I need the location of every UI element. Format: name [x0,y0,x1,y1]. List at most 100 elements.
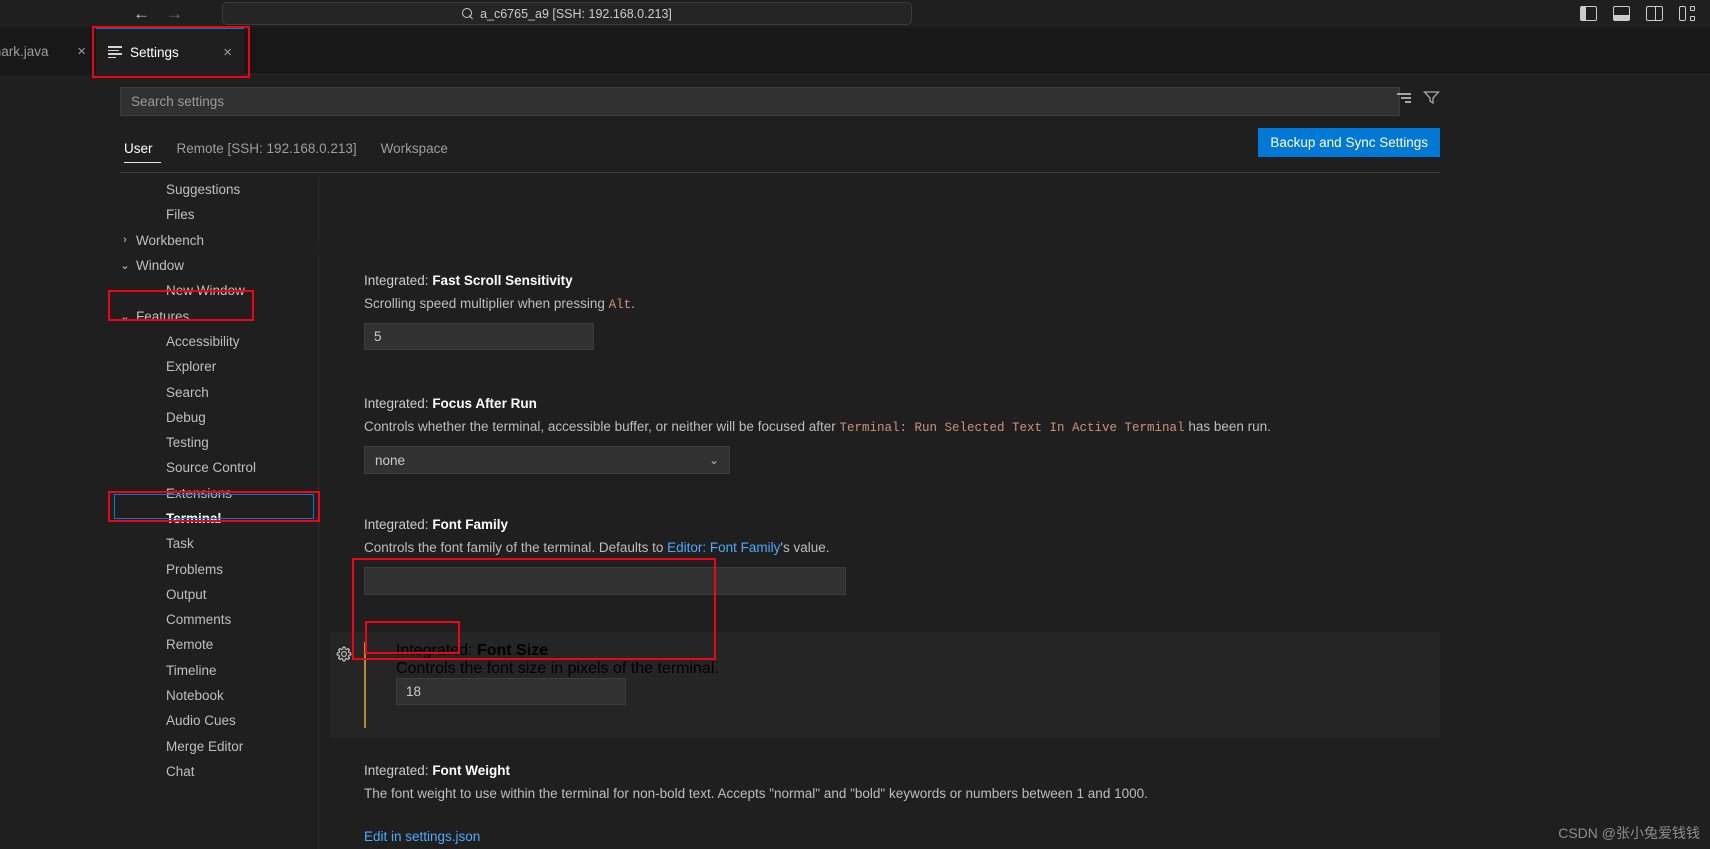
arrow-left-icon[interactable]: ← [133,5,150,22]
font-family-input[interactable] [364,566,846,595]
desc-part-b: 's value. [780,540,830,555]
toc-item-merge-editor[interactable]: Merge Editor [110,734,320,759]
setting-title: Integrated: Font Size [396,642,1436,660]
toggle-panel-icon[interactable] [1613,6,1630,21]
tab-mark-java[interactable]: mark.java × [0,27,98,75]
toc-divider [318,177,319,849]
search-settings-input[interactable]: Search settings [120,87,1400,116]
scope-tab-label: Remote [SSH: 192.168.0.213] [176,141,357,156]
input-value: 5 [374,329,382,345]
edit-in-settings-json-link[interactable]: Edit in settings.json [364,829,480,844]
toc-item-label: Features [136,308,190,324]
toggle-secondary-sidebar-icon[interactable] [1646,6,1663,21]
tab-user[interactable]: User [120,141,165,163]
toc-item-files[interactable]: Files [110,202,320,227]
tab-settings[interactable]: Settings × [96,27,244,75]
desc-part-a: Controls whether the terminal, accessibl… [364,419,840,434]
filter-settings-icon[interactable] [1423,90,1440,105]
settings-gear-icon[interactable] [336,646,352,662]
title-bar: ← → a_c6765_a9 [SSH: 192.168.0.213] [0,0,1710,27]
toc-item-source-control[interactable]: Source Control [110,455,320,480]
clear-settings-search-icon[interactable] [1394,90,1411,105]
toc-item-new-window[interactable]: New Window [110,278,320,303]
toc-item-suggestions[interactable]: Suggestions [110,177,320,202]
customize-layout-icon[interactable] [1679,6,1696,21]
setting-description: Controls the font family of the terminal… [364,538,1474,558]
toc-item-label: Notebook [166,688,224,704]
toc-item-label: Debug [166,409,206,425]
toc-item-label: Merge Editor [166,738,244,754]
tab-remote[interactable]: Remote [SSH: 192.168.0.213] [165,141,369,163]
setting-name: Fast Scroll Sensitivity [432,273,573,288]
arrow-right-icon[interactable]: → [166,5,183,22]
toc-item-testing[interactable]: Testing [110,430,320,455]
toc-item-accessibility[interactable]: Accessibility [110,329,320,354]
backup-and-sync-settings-button[interactable]: Backup and Sync Settings [1258,128,1440,157]
settings-scope-tabs: User Remote [SSH: 192.168.0.213] Workspa… [120,131,460,163]
toc-top-fade [110,245,1710,253]
watermark: CSDN @张小兔爱钱钱 [1558,825,1700,841]
setting-title: Integrated: Fast Scroll Sensitivity [364,273,1474,288]
toc-item-debug[interactable]: Debug [110,405,320,430]
setting-name: Font Size [476,642,549,659]
modified-indicator [364,642,366,728]
setting-description: Controls whether the terminal, accessibl… [364,417,1474,437]
setting-title: Integrated: Font Family [364,517,1474,532]
settings-editor: Search settings User Remote [SSH: 192.16… [0,75,1710,849]
toc-item-label: Remote [166,637,214,653]
settings-search-row: Search settings [120,87,1440,116]
scope-tab-label: Workspace [380,141,448,156]
setting-font-weight: Integrated: Font Weight The font weight … [364,763,1474,844]
toc-item-timeline[interactable]: Timeline [110,658,320,683]
setting-prefix: Integrated: [396,642,477,659]
toc-item-label: Chat [166,763,195,779]
backup-button-label: Backup and Sync Settings [1270,135,1428,150]
setting-prefix: Integrated: [364,396,433,411]
toc-item-output[interactable]: Output [110,582,320,607]
scope-tab-label: User [124,141,153,156]
toc-item-features[interactable]: ⌄ Features [110,303,320,328]
settings-icon [108,46,122,59]
toc-item-label: Source Control [166,460,257,476]
toc-item-problems[interactable]: Problems [110,556,320,581]
chevron-down-icon: ⌄ [120,260,130,273]
toc-item-remote[interactable]: Remote [110,632,320,657]
toc-item-search[interactable]: Search [110,379,320,404]
quick-input-label: a_c6765_a9 [SSH: 192.168.0.213] [480,6,672,21]
input-value: 18 [406,684,422,699]
desc-code: Terminal: Run Selected Text In Active Te… [839,421,1185,435]
setting-name: Font Family [432,517,509,532]
fast-scroll-sensitivity-input[interactable]: 5 [364,323,594,351]
select-value: none [375,452,406,468]
setting-prefix: Integrated: [364,273,433,288]
tab-workspace[interactable]: Workspace [369,141,460,163]
setting-font-size: Integrated: Font Size Controls the font … [330,632,1440,738]
setting-title: Integrated: Font Weight [364,763,1474,778]
toc-item-chat[interactable]: Chat [110,759,320,784]
toc-item-task[interactable]: Task [110,531,320,556]
toggle-primary-sidebar-icon[interactable] [1580,6,1597,21]
search-placeholder: Search settings [131,94,225,109]
desc-code: Alt [608,298,632,312]
desc-part-a: Controls the font family of the terminal… [364,540,668,555]
toc-item-comments[interactable]: Comments [110,607,320,632]
toc-item-label: New Window [166,283,245,299]
focus-after-run-select[interactable]: none ⌄ [364,446,730,475]
toc-item-explorer[interactable]: Explorer [110,354,320,379]
navigation-arrows: ← → [133,0,183,27]
chevron-down-icon: ⌄ [120,310,130,323]
header-divider [120,172,1440,173]
close-icon[interactable]: × [223,45,232,60]
close-icon[interactable]: × [77,44,86,59]
editor-font-family-link[interactable]: Editor: Font Family [667,540,780,555]
toc-item-audio-cues[interactable]: Audio Cues [110,708,320,733]
font-size-input[interactable]: 18 [396,678,626,705]
toc-item-window[interactable]: ⌄ Window [110,253,320,278]
tab-label: Settings [130,44,179,60]
toc-item-label: Suggestions [166,182,241,198]
toc-item-label: Window [136,258,185,274]
toc-item-label: Search [166,384,209,400]
toc-item-notebook[interactable]: Notebook [110,683,320,708]
tab-label: mark.java [0,43,49,59]
quick-input-bar[interactable]: a_c6765_a9 [SSH: 192.168.0.213] [222,2,912,25]
